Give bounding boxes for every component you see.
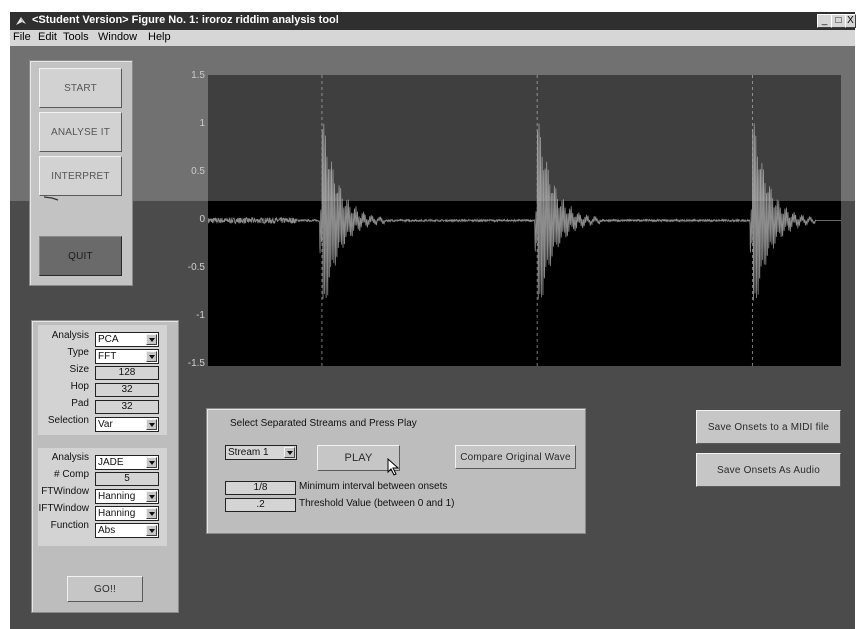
window-title: <Student Version> Figure No. 1: iroroz r… bbox=[32, 14, 339, 26]
go-button[interactable]: GO!! bbox=[67, 576, 143, 602]
y-tick-label: 0 bbox=[199, 214, 205, 225]
interpret-button[interactable]: INTERPRET bbox=[39, 156, 122, 196]
menu-file[interactable]: File bbox=[13, 31, 31, 43]
actions-panel: START ANALYSE IT INTERPRET QUIT bbox=[29, 60, 133, 286]
analysis2-label: Analysis bbox=[51, 452, 89, 463]
menu-help[interactable]: Help bbox=[148, 31, 171, 43]
minimize-button[interactable]: _ bbox=[817, 14, 832, 28]
chevron-down-icon bbox=[146, 525, 157, 536]
pad-field[interactable]: 32 bbox=[95, 400, 159, 414]
y-tick-label: -1.5 bbox=[187, 358, 205, 369]
chevron-down-icon bbox=[146, 457, 157, 468]
selection-select[interactable]: Var bbox=[95, 417, 159, 432]
analysis-label: Analysis bbox=[51, 330, 89, 341]
mouse-cursor-icon bbox=[387, 458, 400, 476]
chevron-down-icon bbox=[146, 351, 157, 362]
hop-label: Hop bbox=[70, 381, 89, 392]
highlight-overlay bbox=[10, 46, 855, 201]
quit-button[interactable]: QUIT bbox=[39, 236, 122, 276]
ftwindow-label: FTWindow bbox=[41, 486, 89, 497]
analysis2-select[interactable]: JADE bbox=[95, 455, 159, 470]
type-select[interactable]: FFT bbox=[95, 349, 159, 364]
close-button[interactable]: X bbox=[845, 14, 856, 28]
chevron-down-icon bbox=[284, 447, 295, 458]
stream-select-value: Stream 1 bbox=[228, 447, 269, 458]
stream-select[interactable]: Stream 1 bbox=[225, 445, 297, 460]
parameters-panel: Analysis PCA Type FFT Size 128 Hop 32 Pa… bbox=[31, 320, 179, 613]
chevron-down-icon bbox=[146, 508, 157, 519]
type-select-value: FFT bbox=[98, 351, 117, 362]
iftwindow-select[interactable]: Hanning bbox=[95, 506, 159, 521]
selection-label: Selection bbox=[47, 415, 89, 426]
title-bar: <Student Version> Figure No. 1: iroroz r… bbox=[10, 12, 856, 30]
threshold-label: Threshold Value (between 0 and 1) bbox=[299, 498, 455, 509]
min-interval-label: Minimum interval between onsets bbox=[299, 481, 448, 492]
figure-canvas: 1.5 1 0.5 0 -0.5 -1 -1.5 START ANALYSE I… bbox=[10, 46, 855, 629]
menu-window[interactable]: Window bbox=[98, 31, 137, 43]
comp-label: # Comp bbox=[53, 469, 89, 480]
playback-panel: Select Separated Streams and Press Play … bbox=[206, 408, 586, 534]
menu-edit[interactable]: Edit bbox=[38, 31, 57, 43]
chevron-down-icon bbox=[146, 419, 157, 430]
function-label: Function bbox=[50, 520, 89, 531]
save-midi-button[interactable]: Save Onsets to a MIDI file bbox=[696, 410, 841, 444]
cursor-trail-icon bbox=[44, 196, 59, 201]
pad-label: Pad bbox=[71, 398, 89, 409]
start-button[interactable]: START bbox=[39, 68, 122, 108]
analysis-select-value: PCA bbox=[98, 334, 119, 345]
analysis-select[interactable]: PCA bbox=[95, 332, 159, 347]
comp-field[interactable]: 5 bbox=[95, 472, 159, 486]
type-label: Type bbox=[67, 347, 89, 358]
size-field[interactable]: 128 bbox=[95, 366, 159, 380]
size-label: Size bbox=[69, 364, 89, 375]
chevron-down-icon bbox=[146, 491, 157, 502]
menu-tools[interactable]: Tools bbox=[63, 31, 89, 43]
y-tick-label: -1 bbox=[196, 310, 205, 321]
save-audio-button[interactable]: Save Onsets As Audio bbox=[696, 453, 841, 487]
min-interval-field[interactable]: 1/8 bbox=[225, 481, 296, 495]
menu-bar: File Edit Tools Window Help bbox=[10, 30, 855, 46]
iftwindow-select-value: Hanning bbox=[98, 508, 136, 519]
matlab-icon bbox=[16, 17, 26, 25]
maximize-button[interactable]: □ bbox=[831, 14, 846, 28]
hop-field[interactable]: 32 bbox=[95, 383, 159, 397]
selection-select-value: Var bbox=[98, 419, 113, 430]
compare-wave-button[interactable]: Compare Original Wave bbox=[455, 445, 576, 469]
function-select[interactable]: Abs bbox=[95, 523, 159, 538]
analyse-button[interactable]: ANALYSE IT bbox=[39, 112, 122, 152]
y-tick-label: -0.5 bbox=[187, 262, 205, 273]
iftwindow-label: IFTWindow bbox=[38, 503, 89, 514]
ftwindow-select[interactable]: Hanning bbox=[95, 489, 159, 504]
function-select-value: Abs bbox=[98, 525, 116, 536]
playback-heading: Select Separated Streams and Press Play bbox=[230, 418, 417, 429]
threshold-field[interactable]: .2 bbox=[225, 498, 296, 512]
chevron-down-icon bbox=[146, 334, 157, 345]
analysis2-select-value: JADE bbox=[98, 457, 124, 468]
ftwindow-select-value: Hanning bbox=[98, 491, 136, 502]
